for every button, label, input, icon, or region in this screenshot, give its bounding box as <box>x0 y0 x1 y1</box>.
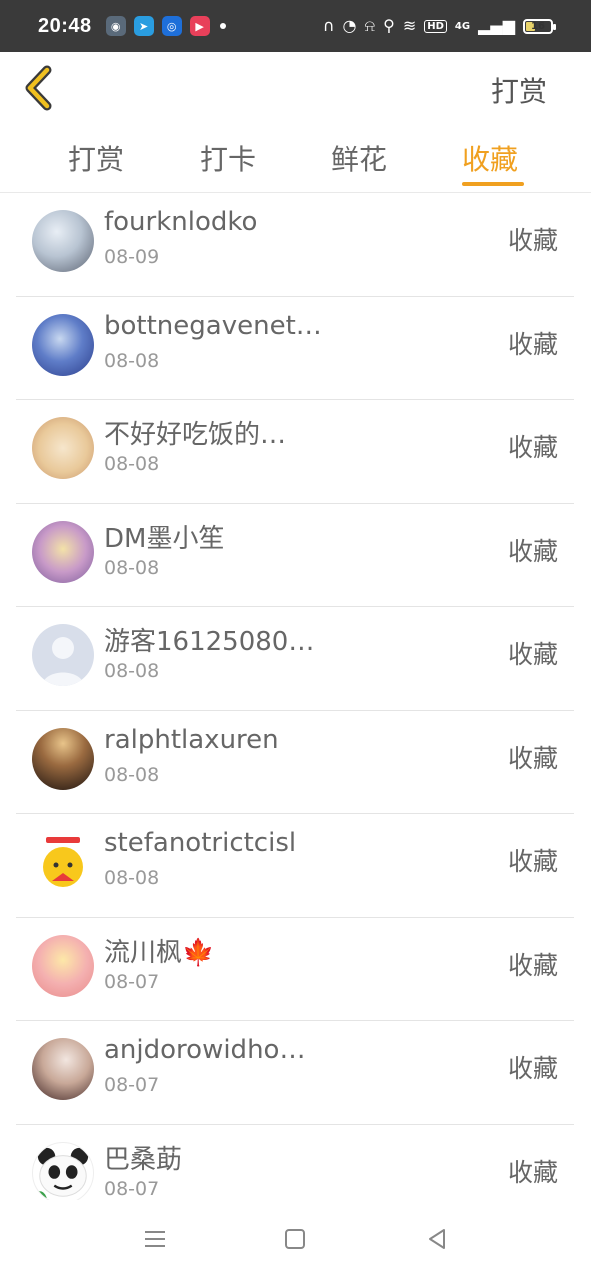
avatar[interactable] <box>32 313 94 376</box>
menu-icon[interactable] <box>140 1224 170 1254</box>
headphones-icon: ∩ <box>322 16 335 35</box>
notification-icons: ◉ ➤ ◎ ▶ <box>105 16 210 36</box>
battery-icon: 16 <box>523 18 556 34</box>
list-item[interactable]: stefanotrictcisl 08-08 收藏 <box>16 814 574 918</box>
item-date: 08-07 <box>104 1074 160 1096</box>
item-date: 08-08 <box>104 349 160 372</box>
signal-icon: ▂▄▆ <box>478 16 515 35</box>
user-name: 不好好吃饭的… <box>104 420 287 450</box>
item-date: 08-08 <box>104 763 160 786</box>
item-action: 收藏 <box>507 226 558 255</box>
page-title: 打赏 <box>490 75 547 108</box>
system-navigation-bar <box>0 1200 591 1280</box>
status-bar: 20:48 ◉ ➤ ◎ ▶ ∩ ◔ ⍾ ⚲ ≋ HD 4G ▂▄▆ 16 <box>0 0 591 52</box>
user-name: 游客16125080… <box>104 627 315 657</box>
wifi-icon: ≋ <box>402 16 417 35</box>
list-item[interactable]: fourknlodko 08-09 收藏 <box>16 193 574 297</box>
browser-icon: ◎ <box>161 16 182 36</box>
more-notifications-dot <box>219 23 226 29</box>
item-date: 08-08 <box>104 867 160 889</box>
alarm-icon: ◔ <box>342 16 357 35</box>
tab-checkin[interactable]: 打卡 <box>200 138 256 178</box>
item-date: 08-08 <box>104 556 160 579</box>
back-nav-icon[interactable] <box>422 1224 452 1254</box>
user-name: ralphtlaxuren <box>104 724 279 755</box>
user-name: fourknlodko <box>104 207 258 237</box>
list-item[interactable]: bottnegavenet… 08-08 收藏 <box>16 297 574 400</box>
user-name: DM墨小笙 <box>104 523 225 554</box>
avatar[interactable] <box>32 520 94 583</box>
user-name: anjdorowidho… <box>104 1035 306 1065</box>
user-name: bottnegavenet… <box>104 310 322 341</box>
app-notification-icon: ◉ <box>105 16 126 36</box>
avatar[interactable] <box>32 417 94 479</box>
active-tab-indicator <box>462 182 524 186</box>
item-date: 08-08 <box>104 453 160 475</box>
avatar[interactable] <box>32 1141 94 1204</box>
tab-reward[interactable]: 打赏 <box>68 138 124 178</box>
avatar[interactable] <box>32 1038 94 1100</box>
user-name: 巴桑莇 <box>104 1144 183 1175</box>
item-action: 收藏 <box>507 640 558 669</box>
item-action: 收藏 <box>507 329 558 359</box>
panda-avatar-icon <box>33 1147 89 1203</box>
navigation-bar: 打赏 <box>0 52 591 124</box>
item-date: 08-09 <box>104 246 160 268</box>
tab-flowers[interactable]: 鲜花 <box>331 138 387 178</box>
item-action: 收藏 <box>507 950 558 980</box>
item-date: 08-07 <box>104 1177 160 1200</box>
video-app-icon: ▶ <box>189 16 210 36</box>
item-action: 收藏 <box>507 1054 558 1083</box>
cartoon-avatar-icon <box>43 837 83 887</box>
item-date: 08-07 <box>104 970 160 993</box>
item-action: 收藏 <box>507 536 558 566</box>
item-date: 08-08 <box>104 660 160 682</box>
system-status-icons: ∩ ◔ ⍾ ⚲ ≋ HD 4G ▂▄▆ 16 <box>322 16 556 35</box>
telegram-icon: ➤ <box>133 16 154 36</box>
list-item[interactable]: 不好好吃饭的… 08-08 收藏 <box>16 400 574 504</box>
list-item[interactable]: 流川枫🍁 08-07 收藏 <box>16 918 574 1021</box>
item-action: 收藏 <box>507 743 558 773</box>
network-type: 4G <box>454 20 471 32</box>
list-item[interactable]: ralphtlaxuren 08-08 收藏 <box>16 711 574 814</box>
collect-list: fourknlodko 08-09 收藏 bottnegavenet… 08-0… <box>16 193 574 1227</box>
home-icon[interactable] <box>280 1224 310 1254</box>
user-name: 流川枫🍁 <box>104 937 215 968</box>
hd-badge: HD <box>424 19 447 33</box>
item-action: 收藏 <box>507 1157 558 1187</box>
default-avatar-icon <box>42 637 84 686</box>
status-time: 20:48 <box>38 14 92 37</box>
avatar[interactable] <box>32 624 94 686</box>
avatar[interactable] <box>32 727 94 790</box>
tab-collect[interactable]: 收藏 <box>462 138 518 178</box>
item-action: 收藏 <box>507 847 558 876</box>
avatar[interactable] <box>32 934 94 997</box>
battery-level: 16 <box>531 20 545 32</box>
avatar[interactable] <box>32 210 94 272</box>
list-item[interactable]: 游客16125080… 08-08 收藏 <box>16 607 574 711</box>
list-item[interactable]: anjdorowidho… 08-07 收藏 <box>16 1021 574 1125</box>
user-name: stefanotrictcisl <box>104 828 297 858</box>
avatar[interactable] <box>32 831 94 893</box>
item-action: 收藏 <box>507 433 558 462</box>
location-icon: ⚲ <box>383 16 395 35</box>
bell-off-icon: ⍾ <box>364 16 376 35</box>
back-button[interactable] <box>20 64 60 112</box>
list-item[interactable]: DM墨小笙 08-08 收藏 <box>16 504 574 607</box>
